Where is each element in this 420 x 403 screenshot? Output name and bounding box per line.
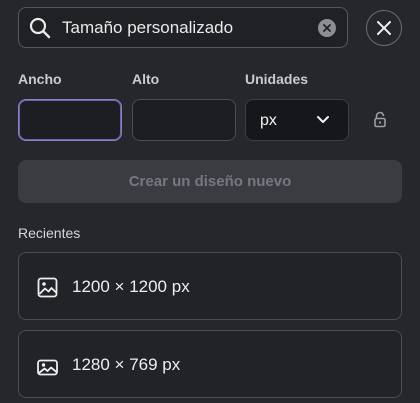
height-input[interactable] (132, 99, 236, 141)
recent-section-title: Recientes (18, 225, 81, 241)
recent-item-1280x769[interactable]: 1280 × 769 px (18, 330, 402, 398)
height-label: Alto (132, 71, 160, 87)
chevron-down-icon (317, 116, 329, 123)
width-input[interactable] (18, 99, 122, 141)
recent-item-1200x1200[interactable]: 1200 × 1200 px (18, 252, 402, 320)
search-field[interactable]: Tamaño personalizado (18, 7, 348, 48)
close-icon (377, 21, 391, 35)
create-design-button[interactable]: Crear un diseño nuevo (18, 160, 402, 203)
landscape-image-icon (37, 359, 58, 376)
width-label: Ancho (18, 71, 62, 87)
image-icon (37, 277, 58, 298)
clear-search-button[interactable] (318, 19, 336, 37)
lock-icon[interactable] (373, 111, 387, 128)
clear-icon (323, 24, 331, 32)
recent-item-label: 1200 × 1200 px (72, 277, 190, 296)
units-label: Unidades (245, 71, 309, 87)
recent-item-label: 1280 × 769 px (72, 355, 181, 374)
units-selected-value: px (260, 112, 277, 129)
units-select[interactable]: px (245, 99, 349, 141)
search-input[interactable]: Tamaño personalizado (62, 18, 233, 38)
search-icon (29, 17, 51, 39)
close-button[interactable] (366, 10, 402, 46)
